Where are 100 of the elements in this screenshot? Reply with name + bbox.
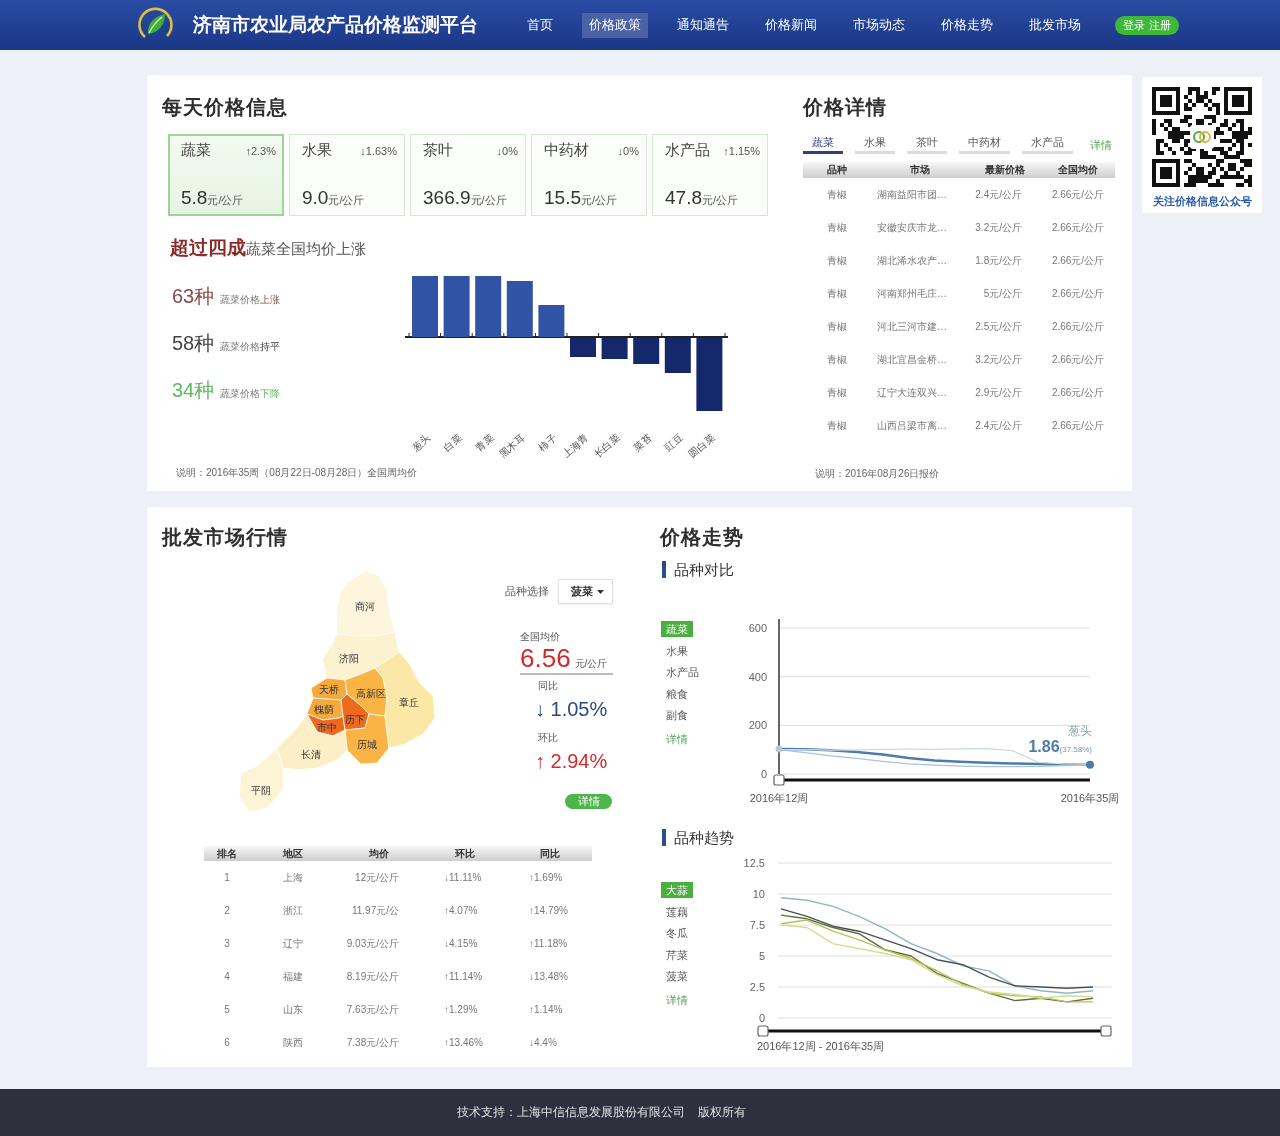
nav-link[interactable]: 首页	[520, 12, 560, 38]
table-cell-text: ↑14.79%	[528, 904, 569, 918]
table-cell-text: 2.66元/公斤	[1050, 254, 1106, 268]
region-label: 历下	[345, 714, 365, 725]
category-option[interactable]: 菠菜	[661, 968, 693, 984]
table-cell-text: 2.66元/公斤	[1050, 353, 1106, 367]
region-label: 天桥	[319, 684, 339, 695]
qr-caption: 关注价格信息公众号	[1151, 194, 1253, 208]
table-cell-text: 6	[223, 1036, 231, 1050]
bar	[412, 276, 438, 337]
range-handle[interactable]	[757, 1025, 769, 1037]
category-option[interactable]: 水果	[661, 642, 693, 659]
series-label: 葱头	[1068, 723, 1092, 738]
table-cell-text: 青椒	[826, 254, 848, 268]
change-value: ↓ 1.05%	[535, 697, 608, 722]
bar-label: 青菜	[473, 432, 496, 454]
bar-label: 葱头	[409, 432, 433, 454]
stat-count: 34种	[172, 378, 215, 403]
category-name: 茶叶	[423, 140, 453, 160]
table-cell-text: 山西吕梁市离…	[876, 419, 948, 433]
region-label: 高新区	[356, 688, 386, 699]
category-option[interactable]: 冬瓜	[661, 925, 693, 941]
category-option[interactable]: 芹菜	[661, 946, 693, 963]
field-label: 品种选择	[505, 584, 549, 599]
column-header: 排名	[204, 846, 250, 861]
nav-link[interactable]: 通知通告	[670, 12, 736, 38]
price-card[interactable]: 水果 ↓1.63% 9.0元/公斤	[289, 134, 405, 216]
price-value: 47.8	[665, 187, 702, 209]
region-label: 章丘	[399, 697, 419, 708]
column-header: 环比	[422, 846, 507, 861]
category-tab[interactable]: 中药材	[959, 135, 1010, 154]
category-option[interactable]: 粮食	[661, 685, 693, 702]
category-name: 水果	[302, 140, 332, 160]
table-cell-text: ↓13.48%	[528, 970, 569, 984]
table-cell-text: 3	[223, 937, 231, 951]
axis-tick-label: 5	[758, 950, 765, 962]
price-card[interactable]: 茶叶 ↓0% 366.9元/公斤	[410, 134, 526, 216]
stat-count: 58种	[172, 331, 215, 356]
table-cell-text: ↑1.69%	[528, 871, 564, 885]
nav-link[interactable]: 市场动态	[846, 12, 912, 38]
bar-label: 黑木耳	[497, 432, 528, 460]
bar	[664, 338, 691, 373]
table-cell-text: 4	[223, 970, 231, 984]
region-label: 槐荫	[314, 704, 334, 715]
section-title: 价格走势	[660, 525, 745, 549]
stat-label: 蔬菜价格下降	[220, 387, 281, 401]
category-option[interactable]: 副食	[661, 707, 693, 723]
variety-select[interactable]: 菠菜	[558, 579, 613, 604]
footnote: 说明：2016年35周（08月22日-08月28日）全国周均价	[176, 466, 418, 480]
column-header: 最新价格	[969, 162, 1041, 178]
price-card[interactable]: 中药材 ↓0% 15.5元/公斤	[531, 134, 647, 216]
table-cell-text: 浙江	[282, 904, 304, 918]
table-cell-text: 2.66元/公斤	[1050, 419, 1106, 433]
price-card[interactable]: 水产品 ↑1.15% 47.8元/公斤	[652, 134, 768, 216]
price-value: 15.5	[544, 187, 581, 209]
price-card[interactable]: 蔬菜 ↑2.3% 5.8元/公斤	[168, 134, 284, 216]
table-cell-text: 2.5元/公斤	[974, 320, 1023, 334]
axis-tick-label: 2016年35周	[1060, 792, 1120, 804]
axis-tick-label: 200	[748, 719, 767, 732]
nav-link[interactable]: 批发市场	[1022, 12, 1088, 38]
category-name: 水产品	[665, 140, 710, 160]
table-cell-text: 河北三河市建…	[876, 320, 948, 334]
category-option[interactable]: 莲藕	[661, 903, 693, 920]
range-slider-track[interactable]	[768, 1029, 1101, 1033]
change-value: ↑ 2.94%	[535, 749, 608, 774]
axis-tick-label: 12.5	[743, 857, 765, 869]
data-point	[775, 745, 783, 753]
average-label: 全国均价	[520, 631, 560, 643]
table-cell-text: 2.66元/公斤	[1050, 320, 1106, 334]
bar-label: 柿子	[536, 432, 559, 454]
table-cell-text: 青椒	[826, 353, 848, 367]
category-tab[interactable]: 水果	[855, 135, 895, 154]
price-unit: 元/公斤	[574, 657, 608, 671]
bar-label: 圆白菜	[686, 432, 717, 460]
change-label: 同比	[538, 680, 558, 692]
bar	[443, 276, 470, 337]
category-option[interactable]: 水产品	[661, 664, 704, 680]
table-cell-text: 山东	[282, 1003, 304, 1017]
category-tab[interactable]: 水产品	[1022, 135, 1073, 154]
bar	[506, 281, 533, 337]
range-handle[interactable]	[773, 774, 785, 786]
bar	[633, 338, 660, 364]
range-slider-track[interactable]	[784, 778, 1090, 782]
region-label: 济阳	[339, 653, 359, 664]
table-cell-text: 陕西	[282, 1036, 304, 1050]
caret-icon	[597, 589, 604, 594]
table-cell-text: 5	[223, 1003, 231, 1017]
range-handle[interactable]	[1100, 1025, 1112, 1037]
category-tab[interactable]: 茶叶	[907, 135, 947, 154]
table-cell-text: 2.66元/公斤	[1050, 386, 1106, 400]
bar	[601, 338, 628, 359]
table-cell-text: 7.63元/公斤	[345, 1003, 400, 1017]
table-cell-text: 12元/公斤	[354, 871, 400, 885]
nav-link[interactable]: 价格新闻	[758, 12, 824, 38]
nav-link[interactable]: 价格走势	[934, 12, 1000, 38]
table-cell-text: 河南郑州毛庄…	[876, 287, 948, 301]
axis-tick-label: 2.5	[749, 981, 765, 993]
region-label: 平阴	[251, 785, 271, 796]
nav-link[interactable]: 价格政策	[582, 12, 648, 38]
category-tab[interactable]: 蔬菜	[803, 135, 843, 154]
